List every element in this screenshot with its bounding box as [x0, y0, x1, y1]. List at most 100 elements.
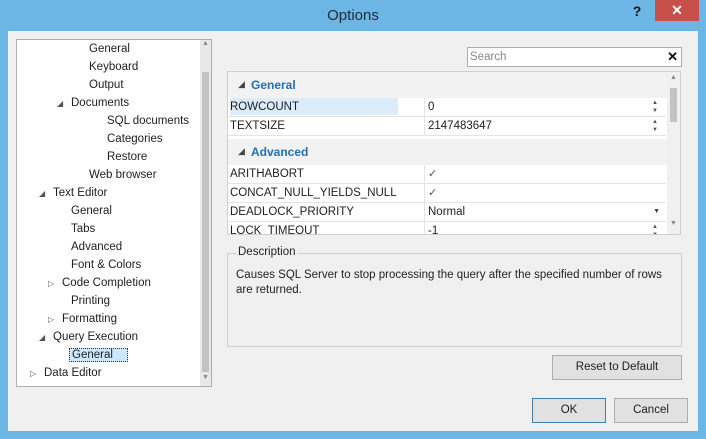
tree-item[interactable]: ▷ Code Completion — [48, 274, 153, 292]
property-value[interactable]: 2147483647 — [428, 120, 492, 132]
expand-arrow-icon[interactable]: ◢ — [57, 95, 69, 113]
tree-item[interactable]: Output — [75, 76, 126, 94]
tree-item-label: Printing — [71, 295, 110, 307]
tree-item-label: General — [89, 43, 130, 55]
property-row[interactable]: TEXTSIZE 2147483647 ▲ ▼ — [228, 117, 666, 136]
tree-item-label: General — [71, 205, 112, 217]
tree-item[interactable]: Restore — [93, 148, 149, 166]
property-value[interactable]: 0 — [428, 101, 434, 113]
tree-item-label: Categories — [107, 133, 163, 145]
property-row[interactable]: CONCAT_NULL_YIELDS_NULL ✓ — [228, 184, 666, 203]
category-label: General — [251, 78, 296, 92]
tree-item-label: SQL documents — [107, 115, 190, 127]
scroll-up-icon[interactable]: ▲ — [200, 40, 211, 52]
expand-arrow-icon[interactable]: ◢ — [39, 329, 51, 347]
property-grid[interactable]: ◢ General ROWCOUNT 0 ▲ ▼ TEXTSIZE 2147483647 ▲… — [227, 71, 681, 235]
description-panel: Description Causes SQL Server to stop pr… — [227, 246, 682, 347]
expand-arrow-icon[interactable]: ▷ — [48, 275, 60, 293]
tree-item[interactable]: ◢ Documents — [57, 94, 131, 112]
column-divider[interactable] — [424, 98, 425, 117]
property-name: LOCK_TIMEOUT — [230, 225, 320, 235]
tree-item-label: Documents — [71, 97, 130, 109]
collapse-arrow-icon[interactable]: ◢ — [238, 146, 245, 157]
tree-item-label: Query Execution — [53, 331, 139, 343]
expand-arrow-icon[interactable]: ▷ — [48, 311, 60, 329]
dialog-title: Options — [327, 7, 379, 24]
tree-item-label: Advanced — [71, 241, 123, 253]
tree-item[interactable]: Advanced — [57, 238, 124, 256]
column-divider[interactable] — [424, 184, 425, 203]
dialog-client: General Keyboard Output ◢ Documents SQL docum… — [8, 31, 698, 431]
tree-item-label: Data Editor — [44, 367, 102, 379]
spin-arrows-icon[interactable]: ▲ ▼ — [652, 118, 660, 134]
tree-item[interactable]: Printing — [57, 292, 112, 310]
tree-item-label: Tabs — [71, 223, 96, 235]
tree-item[interactable]: SQL documents — [93, 112, 191, 130]
tree-item[interactable]: ◢ Text Editor — [39, 184, 109, 202]
tree-item[interactable]: Font & Colors — [57, 256, 143, 274]
scroll-up-icon[interactable]: ▲ — [667, 74, 680, 86]
description-text: Causes SQL Server to stop processing the… — [236, 269, 662, 296]
property-name: TEXTSIZE — [230, 120, 285, 132]
property-row[interactable]: DEADLOCK_PRIORITY Normal ▼ — [228, 203, 666, 222]
title-bar: Options ? ✕ — [0, 0, 706, 31]
tree-item-label: Web browser — [89, 169, 157, 181]
cancel-button[interactable]: Cancel — [614, 398, 688, 423]
options-dialog: Options ? ✕ General Keyboard Output ◢ Docume… — [0, 0, 706, 439]
spin-arrows-icon[interactable]: ▲ ▼ — [652, 99, 660, 115]
options-tree[interactable]: General Keyboard Output ◢ Documents SQL docum… — [16, 39, 212, 387]
expand-arrow-icon[interactable]: ◢ — [39, 185, 51, 203]
tree-scrollbar[interactable]: ▲ ▼ — [200, 40, 211, 386]
spin-arrows-icon[interactable]: ▲ ▼ — [652, 223, 660, 234]
property-name: ROWCOUNT — [230, 98, 398, 115]
property-row[interactable]: ARITHABORT ✓ — [228, 165, 666, 184]
collapse-arrow-icon[interactable]: ◢ — [238, 79, 245, 90]
scroll-thumb[interactable] — [670, 88, 677, 122]
description-legend: Description — [236, 246, 298, 258]
tree-item[interactable]: Tabs — [57, 220, 97, 238]
property-name: DEADLOCK_PRIORITY — [230, 206, 354, 218]
expand-arrow-icon[interactable]: ▷ — [30, 365, 42, 383]
property-value[interactable]: -1 — [428, 225, 438, 234]
close-button[interactable]: ✕ — [655, 0, 699, 21]
grid-scrollbar[interactable]: ▲ ▼ — [667, 72, 680, 234]
property-name: CONCAT_NULL_YIELDS_NULL — [230, 187, 397, 199]
category-advanced[interactable]: ◢ Advanced — [228, 139, 668, 165]
column-divider[interactable] — [424, 222, 425, 234]
tree-item[interactable]: Categories — [93, 130, 165, 148]
category-general[interactable]: ◢ General — [228, 72, 668, 98]
search-input[interactable] — [470, 49, 660, 65]
column-divider[interactable] — [424, 117, 425, 136]
tree-item[interactable]: ◢ Query Execution — [39, 328, 140, 346]
ok-button[interactable]: OK — [532, 398, 606, 423]
help-button[interactable]: ? — [630, 3, 644, 19]
column-divider[interactable] — [424, 165, 425, 184]
scroll-down-icon[interactable]: ▼ — [200, 374, 211, 386]
property-row[interactable]: LOCK_TIMEOUT -1 ▲ ▼ — [228, 222, 666, 235]
tree-item[interactable]: ▷ Data Editor — [30, 364, 104, 382]
tree-item-label: General — [69, 348, 128, 362]
search-box[interactable]: ✕ — [467, 47, 682, 67]
tree-item[interactable]: General — [57, 346, 128, 364]
tree-item[interactable]: ▷ Formatting — [48, 310, 119, 328]
tree-item-label: Code Completion — [62, 277, 151, 289]
column-divider[interactable] — [424, 203, 425, 222]
scroll-thumb[interactable] — [202, 72, 209, 372]
tree-item[interactable]: General — [57, 202, 114, 220]
tree-item[interactable]: Web browser — [75, 166, 159, 184]
tree-item-label: Formatting — [62, 313, 117, 325]
checkbox[interactable]: ✓ — [428, 167, 440, 181]
tree-item-label: Restore — [107, 151, 148, 163]
tree-item[interactable]: Keyboard — [75, 58, 140, 76]
scroll-down-icon[interactable]: ▼ — [667, 220, 680, 232]
tree-item-label: Output — [89, 79, 124, 91]
category-label: Advanced — [251, 145, 309, 159]
property-value[interactable]: Normal — [428, 206, 465, 218]
property-row[interactable]: ROWCOUNT 0 ▲ ▼ — [228, 98, 666, 117]
clear-search-icon[interactable]: ✕ — [667, 49, 678, 65]
dropdown-arrow-icon[interactable]: ▼ — [653, 208, 660, 215]
reset-to-default-button[interactable]: Reset to Default — [552, 355, 682, 380]
tree-item-label: Keyboard — [89, 61, 139, 73]
checkbox[interactable]: ✓ — [428, 186, 440, 200]
tree-item[interactable]: General — [75, 40, 132, 58]
